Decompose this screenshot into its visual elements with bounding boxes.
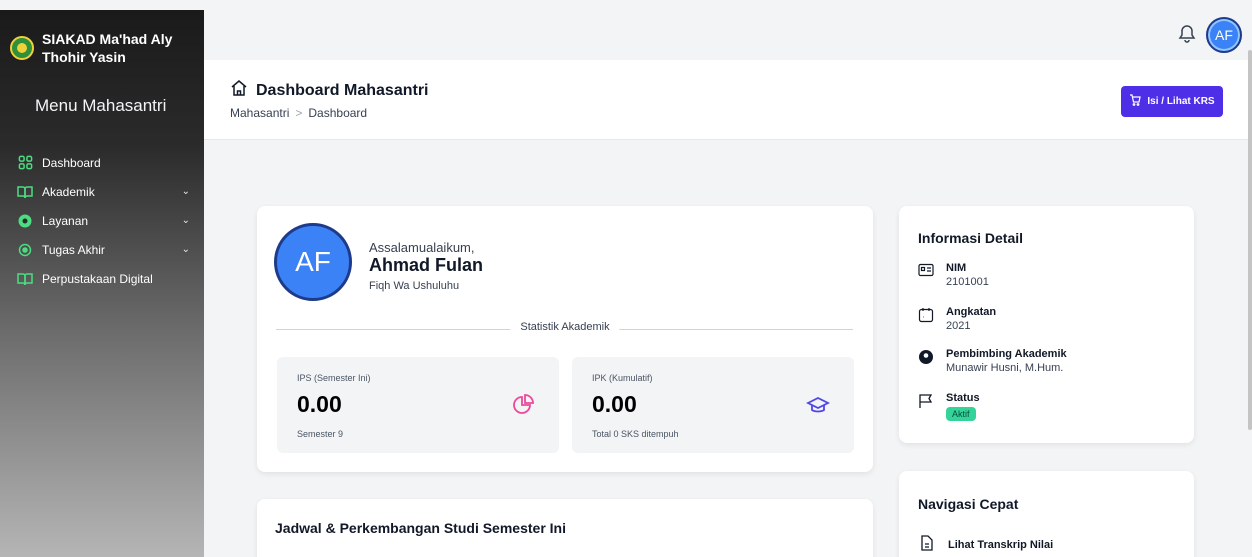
sidebar-item-label: Dashboard [42, 155, 101, 170]
breadcrumb-item: Dashboard [308, 106, 368, 120]
topbar: AF [204, 10, 1248, 60]
info-angkatan: Angkatan 2021 [918, 306, 996, 332]
book-open-icon [16, 184, 34, 200]
sun-icon [16, 242, 34, 258]
graduation-cap-icon [805, 393, 831, 417]
info-detail-card: Informasi Detail NIM 2101001 Angkatan 20… [899, 206, 1194, 443]
menu-list: Dashboard Akademik ⌄ Layanan ⌄ Tugas Akh… [0, 148, 204, 293]
nav-link-label: Lihat Transkrip Nilai [948, 538, 1054, 551]
stat-value: 0.00 [592, 391, 637, 417]
calendar-icon [918, 307, 934, 323]
info-value: 2021 [946, 320, 971, 332]
page-title-text: Dashboard Mahasantri [256, 81, 429, 99]
chevron-down-icon: ⌄ [181, 244, 190, 255]
greeting: Assalamualaikum, [369, 240, 475, 255]
info-value: 2101001 [946, 276, 989, 288]
student-name: Ahmad Fulan [369, 255, 484, 275]
document-icon [920, 535, 934, 554]
profile-avatar: AF [274, 223, 352, 301]
logo-icon [10, 36, 34, 60]
grid-icon [16, 155, 34, 171]
transcript-link[interactable]: Lihat Transkrip Nilai [920, 535, 1053, 554]
stat-label: IPK (Kumulatif) [592, 373, 653, 383]
cart-icon [1129, 94, 1142, 109]
sidebar-item-label: Layanan [42, 213, 89, 228]
sidebar-item-label: Perpustakaan Digital [42, 271, 153, 286]
page-scrollbar[interactable] [1248, 10, 1252, 557]
gear-icon [16, 213, 34, 229]
info-pembimbing: Pembimbing Akademik Munawir Husni, M.Hum… [918, 348, 1067, 374]
sidebar-item-layanan[interactable]: Layanan ⌄ [0, 206, 204, 235]
user-avatar[interactable]: AF [1206, 17, 1242, 53]
krs-button[interactable]: Isi / Lihat KRS [1121, 86, 1223, 117]
stat-sub: Total 0 SKS ditempuh [592, 429, 679, 439]
stats-heading: Statistik Akademik [510, 321, 620, 333]
info-label: Angkatan [946, 306, 997, 318]
page-header: Dashboard Mahasantri Mahasantri > Dashboar… [204, 60, 1248, 140]
id-card-icon [918, 263, 934, 279]
sidebar-item-label: Akademik [42, 184, 95, 199]
info-label: NIM [946, 262, 967, 274]
page-title: Dashboard Mahasantri [230, 79, 428, 102]
stat-sub: Semester 9 [297, 429, 344, 439]
sidebar-item-label: Tugas Akhir [42, 242, 105, 257]
jadwal-card: Jadwal & Perkembangan Studi Semester Ini [257, 499, 873, 557]
info-label: Pembimbing Akademik [946, 348, 1067, 360]
stat-label: IPS (Semester Ini) [297, 373, 371, 383]
sidebar-item-perpustakaan[interactable]: Perpustakaan Digital [0, 264, 204, 293]
info-value: Munawir Husni, M.Hum. [946, 362, 1064, 374]
brand-name: SIAKAD Ma'had Aly Thohir Yasin [42, 31, 173, 65]
student-major: Fiqh Wa Ushuluhu [369, 280, 460, 292]
sidebar-item-akademik[interactable]: Akademik ⌄ [0, 177, 204, 206]
profile-card: AF Assalamualaikum, Ahmad Fulan Fiqh Wa … [257, 206, 873, 472]
scrollbar-thumb[interactable] [1248, 50, 1252, 430]
info-title: Informasi Detail [918, 230, 1024, 246]
flag-icon [918, 393, 934, 409]
jadwal-title: Jadwal & Perkembangan Studi Semester Ini [275, 520, 566, 536]
user-circle-icon [918, 349, 934, 365]
chevron-down-icon: ⌄ [181, 186, 190, 197]
chevron-down-icon: ⌄ [181, 215, 190, 226]
info-label: Status [946, 392, 980, 404]
quick-nav-card: Navigasi Cepat Lihat Transkrip Nilai [899, 471, 1194, 557]
sidebar-item-dashboard[interactable]: Dashboard [0, 148, 204, 177]
stat-value: 0.00 [297, 391, 342, 417]
breadcrumb: Mahasantri > Dashboard [230, 106, 367, 120]
menu-title: Menu Mahasantri [35, 96, 167, 115]
info-nim: NIM 2101001 [918, 262, 989, 288]
quick-nav-title: Navigasi Cepat [918, 496, 1019, 512]
krs-button-label: Isi / Lihat KRS [1147, 96, 1215, 107]
info-status: Status Aktif [918, 392, 980, 422]
sidebar-item-tugas-akhir[interactable]: Tugas Akhir ⌄ [0, 235, 204, 264]
breadcrumb-separator: > [295, 106, 303, 120]
sidebar: SIAKAD Ma'had Aly Thohir Yasin Menu Maha… [0, 10, 204, 557]
ipk-stat: IPK (Kumulatif) 0.00 Total 0 SKS ditempu… [572, 357, 854, 453]
status-badge: Aktif [946, 407, 976, 421]
breadcrumb-item[interactable]: Mahasantri [230, 106, 289, 120]
pie-chart-icon [511, 393, 535, 417]
book-open-icon [16, 271, 34, 287]
ips-stat: IPS (Semester Ini) 0.00 Semester 9 [277, 357, 559, 453]
bell-icon[interactable] [1178, 24, 1198, 44]
brand[interactable]: SIAKAD Ma'had Aly Thohir Yasin [0, 10, 204, 66]
home-icon [230, 79, 248, 102]
